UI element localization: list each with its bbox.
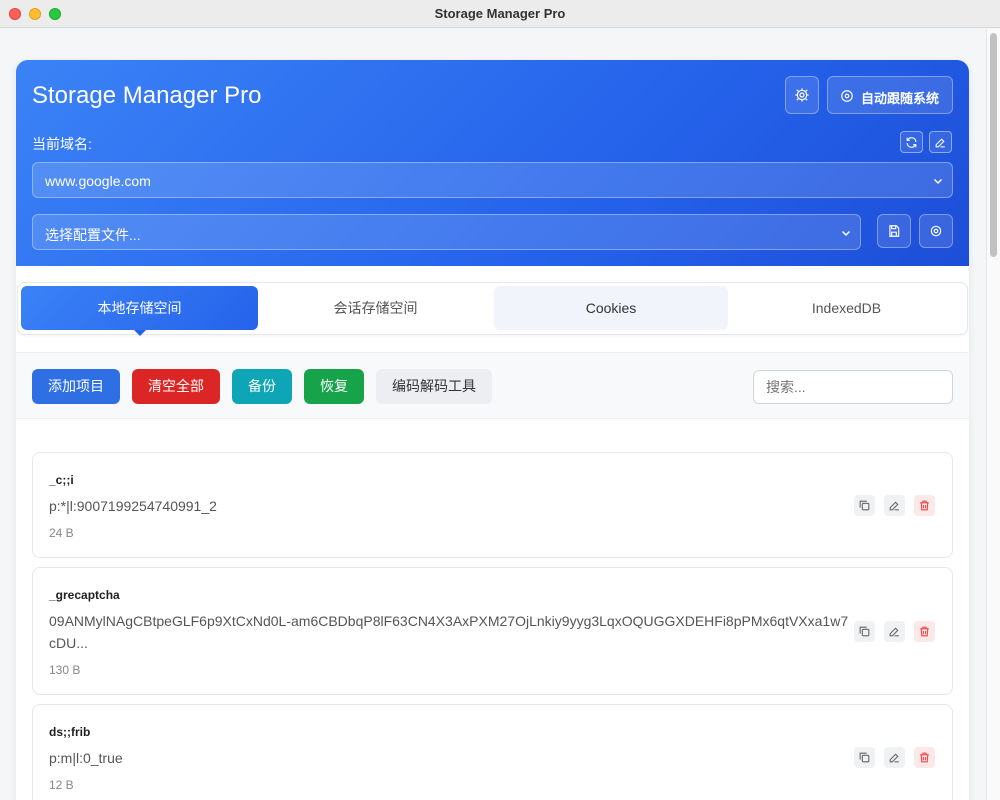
domain-label: 当前域名: (32, 136, 92, 152)
item-size: 130 B (49, 663, 81, 677)
target-icon (930, 225, 942, 237)
item-value: p:*|l:9007199254740991_2 (49, 498, 217, 514)
gear-icon (795, 88, 809, 102)
tab-cookies[interactable]: Cookies (494, 286, 728, 330)
edit-item-button[interactable] (884, 621, 905, 642)
edit-item-button[interactable] (884, 747, 905, 768)
tab-session-storage[interactable]: 会话存储空间 (258, 286, 493, 330)
main-card: Storage Manager Pro 自动跟随系统 当前域名: www.goo… (16, 60, 969, 800)
trash-icon (920, 500, 929, 511)
chevron-down-icon (841, 230, 851, 237)
add-item-button[interactable]: 添加项目 (32, 369, 120, 404)
delete-item-button[interactable] (914, 495, 935, 516)
storage-item: _c;;i p:*|l:9007199254740991_2 24 B (32, 452, 953, 558)
item-key: _c;;i (49, 473, 74, 487)
follow-system-button[interactable]: 自动跟随系统 (827, 76, 953, 114)
app-header: Storage Manager Pro 自动跟随系统 当前域名: www.goo… (16, 60, 969, 266)
window-title: Storage Manager Pro (434, 6, 566, 21)
tab-indexeddb-label: IndexedDB (811, 300, 882, 316)
app-content: Storage Manager Pro 自动跟随系统 当前域名: www.goo… (0, 29, 986, 800)
delete-item-button[interactable] (914, 621, 935, 642)
tab-session-storage-label: 会话存储空间 (333, 300, 418, 316)
backup-button[interactable]: 备份 (232, 369, 292, 404)
item-key: ds;;frib (49, 725, 91, 739)
item-size: 12 B (49, 778, 74, 792)
actions-toolbar: 添加项目 清空全部 备份 恢复 编码解码工具 (16, 352, 969, 419)
edit-item-button[interactable] (884, 495, 905, 516)
search-input[interactable] (753, 370, 953, 404)
clear-all-button[interactable]: 清空全部 (132, 369, 220, 404)
copy-icon (859, 500, 870, 511)
copy-item-button[interactable] (854, 495, 875, 516)
chevron-down-icon (933, 178, 943, 185)
restore-button[interactable]: 恢复 (304, 369, 364, 404)
tab-indexeddb[interactable]: IndexedDB (729, 286, 964, 330)
window-titlebar: Storage Manager Pro (0, 0, 1000, 28)
storage-item: _grecaptcha 09ANMylNAgCBtpeGLF6p9XtCxNd0… (32, 567, 953, 695)
scrollbar-thumb[interactable] (990, 33, 997, 257)
storage-item: ds;;frib p:m|l:0_true 12 B (32, 704, 953, 800)
tab-local-storage-label: 本地存储空间 (97, 300, 182, 316)
edit-domain-button[interactable] (929, 131, 952, 153)
edit-icon (935, 138, 945, 148)
edit-icon (889, 627, 899, 637)
delete-item-button[interactable] (914, 747, 935, 768)
refresh-icon (906, 137, 917, 148)
tab-cookies-label: Cookies (585, 300, 637, 316)
page-scrollbar[interactable] (986, 29, 1000, 800)
item-key: _grecaptcha (49, 588, 120, 602)
tab-local-storage[interactable]: 本地存储空间 (21, 286, 258, 336)
refresh-domain-button[interactable] (900, 131, 923, 153)
domain-select-value: www.google.com (45, 173, 151, 189)
follow-system-label: 自动跟随系统 (861, 91, 940, 106)
edit-icon (889, 753, 899, 763)
profile-settings-button[interactable] (919, 214, 953, 248)
profile-select-placeholder: 选择配置文件... (45, 227, 141, 243)
trash-icon (920, 752, 929, 763)
item-size: 24 B (49, 526, 74, 540)
target-icon (841, 90, 853, 102)
codec-tool-button[interactable]: 编码解码工具 (376, 369, 492, 404)
item-value: p:m|l:0_true (49, 750, 123, 766)
domain-select[interactable]: www.google.com (32, 162, 953, 198)
active-tab-pointer (134, 330, 146, 336)
edit-icon (889, 501, 899, 511)
copy-icon (859, 626, 870, 637)
storage-tabs: 本地存储空间 会话存储空间 Cookies IndexedDB (17, 282, 968, 336)
copy-icon (859, 752, 870, 763)
copy-item-button[interactable] (854, 747, 875, 768)
save-profile-button[interactable] (877, 214, 911, 248)
copy-item-button[interactable] (854, 621, 875, 642)
save-icon (889, 225, 900, 237)
settings-button[interactable] (785, 76, 819, 114)
trash-icon (920, 626, 929, 637)
item-value: 09ANMylNAgCBtpeGLF6p9XtCxNd0L-am6CBDbqP8… (49, 613, 849, 651)
app-title: Storage Manager Pro (32, 82, 262, 109)
profile-select[interactable]: 选择配置文件... (32, 214, 861, 250)
